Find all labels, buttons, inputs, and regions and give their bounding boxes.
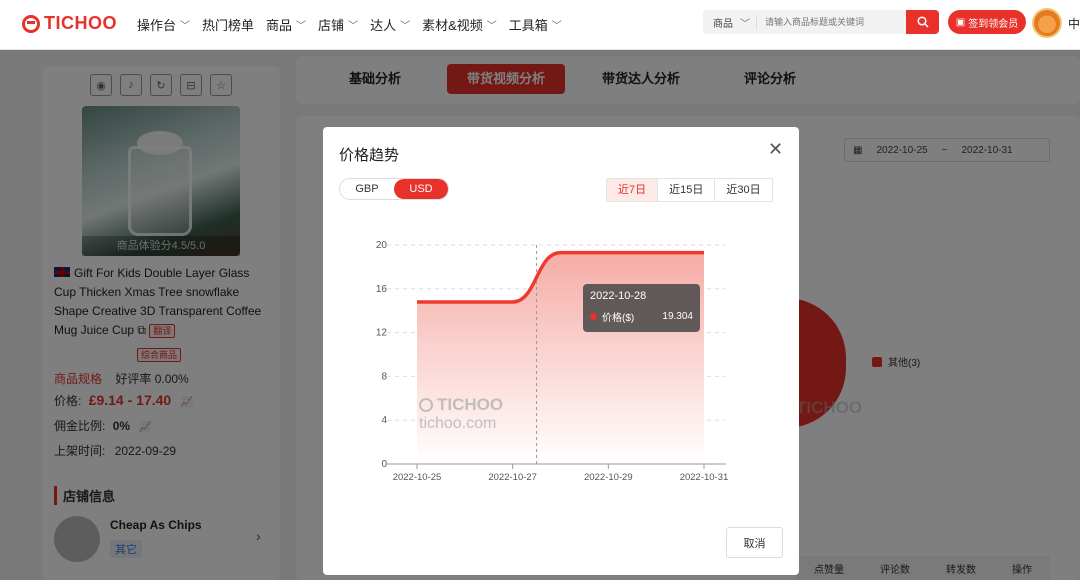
cancel-button[interactable]: 取消 — [726, 527, 783, 558]
x-tick-label: 2022-10-27 — [488, 472, 537, 483]
search-category-select[interactable]: 商品 ﹀ — [703, 14, 757, 30]
nav-item[interactable]: 商品 ﹀ — [266, 15, 306, 34]
watermark-logo-icon — [419, 398, 433, 412]
logo-mark-icon — [22, 14, 40, 33]
y-tick-label: 12 — [376, 328, 388, 339]
nav-label: 商品 — [266, 18, 293, 33]
language-switch[interactable]: 中 — [1068, 15, 1080, 32]
nav-label: 热门榜单 — [202, 18, 255, 33]
chevron-down-icon: ﹀ — [348, 21, 359, 32]
nav-item[interactable]: 工具箱 ﹀ — [509, 15, 562, 34]
modal-title: 价格趋势 — [339, 147, 400, 164]
nav-label: 店铺 — [318, 18, 345, 33]
y-tick-label: 20 — [376, 240, 388, 251]
search-input[interactable] — [757, 17, 906, 27]
chevron-down-icon: ﹀ — [551, 21, 562, 32]
tooltip-value: 19.304 — [662, 311, 693, 322]
logo-text: TICHOO — [44, 13, 117, 33]
watermark-site: tichoo.com — [419, 415, 497, 432]
search-bar: 商品 ﹀ — [703, 10, 939, 34]
currency-usd[interactable]: USD — [394, 179, 448, 199]
checkin-vip-button[interactable]: ▣ 签到领会员 — [948, 10, 1026, 34]
nav-label: 素材&视频 — [422, 18, 483, 33]
range-15d[interactable]: 近15日 — [658, 179, 716, 201]
range-7d[interactable]: 近7日 — [607, 179, 659, 201]
y-tick-label: 4 — [381, 415, 387, 426]
top-header: TICHOO 操作台 ﹀ 热门榜单 商品 ﹀ 店铺 ﹀ 达人 ﹀ 素材&视频 ﹀ 工具箱 ﹀ 商品 ﹀ … — [0, 0, 1080, 50]
nav-label: 工具箱 — [508, 18, 548, 33]
search-icon — [916, 16, 929, 28]
y-tick-label: 8 — [381, 371, 387, 382]
tichoo-logo[interactable]: TICHOO — [22, 13, 117, 34]
range-30d[interactable]: 近30日 — [715, 179, 771, 201]
currency-gbp[interactable]: GBP — [340, 179, 394, 199]
x-tick-label: 2022-10-31 — [680, 472, 729, 483]
price-trend-modal: 价格趋势 ✕ GBP USD 近7日 近15日 近30日 0 4 8 12 16 20 2… — [323, 127, 799, 575]
watermark-brand: TICHOO — [437, 395, 504, 414]
chevron-down-icon: ﹀ — [740, 18, 750, 30]
chevron-down-icon: ﹀ — [400, 21, 411, 32]
tooltip-series-dot — [590, 313, 597, 320]
currency-toggle: GBP USD — [339, 178, 449, 200]
search-button[interactable] — [906, 10, 939, 34]
price-trend-chart[interactable]: 0 4 8 12 16 20 2022-10-25 2022-10-27 2022-10-29… — [361, 231, 761, 493]
chevron-down-icon: ﹀ — [180, 21, 191, 32]
y-tick-label: 16 — [376, 284, 388, 295]
vip-label: 签到领会员 — [968, 18, 1019, 30]
nav-label: 达人 — [370, 18, 397, 33]
range-selector: 近7日 近15日 近30日 — [606, 178, 773, 202]
nav-item[interactable]: 素材&视频 ﹀ — [422, 15, 497, 34]
x-tick-label: 2022-10-25 — [393, 472, 442, 483]
tooltip-date: 2022-10-28 — [590, 290, 647, 302]
chart-watermark: TICHOO tichoo.com — [419, 395, 503, 433]
chevron-down-icon: ﹀ — [486, 21, 497, 32]
nav-item[interactable]: 店铺 ﹀ — [318, 15, 358, 34]
close-icon[interactable]: ✕ — [768, 139, 783, 160]
nav-item[interactable]: 操作台 ﹀ — [137, 15, 190, 34]
nav-item[interactable]: 达人 ﹀ — [370, 15, 410, 34]
calendar-icon: ▣ — [955, 16, 966, 28]
y-tick-label: 0 — [381, 459, 387, 470]
nav-label: 操作台 — [137, 18, 177, 33]
avatar[interactable] — [1032, 8, 1062, 38]
chevron-down-icon: ﹀ — [296, 21, 307, 32]
search-category-label: 商品 — [713, 18, 733, 30]
nav-item[interactable]: 热门榜单 — [202, 15, 254, 34]
chart-tooltip: 2022-10-28 价格($) 19.304 — [583, 284, 700, 332]
y-axis-ticks: 0 4 8 12 16 20 — [376, 240, 388, 470]
x-axis-ticks: 2022-10-25 2022-10-27 2022-10-29 2022-10-31 — [393, 464, 729, 483]
x-tick-label: 2022-10-29 — [584, 472, 633, 483]
tooltip-series-name: 价格($) — [602, 313, 635, 324]
main-nav: 操作台 ﹀ 热门榜单 商品 ﹀ 店铺 ﹀ 达人 ﹀ 素材&视频 ﹀ 工具箱 ﹀ — [137, 15, 562, 34]
